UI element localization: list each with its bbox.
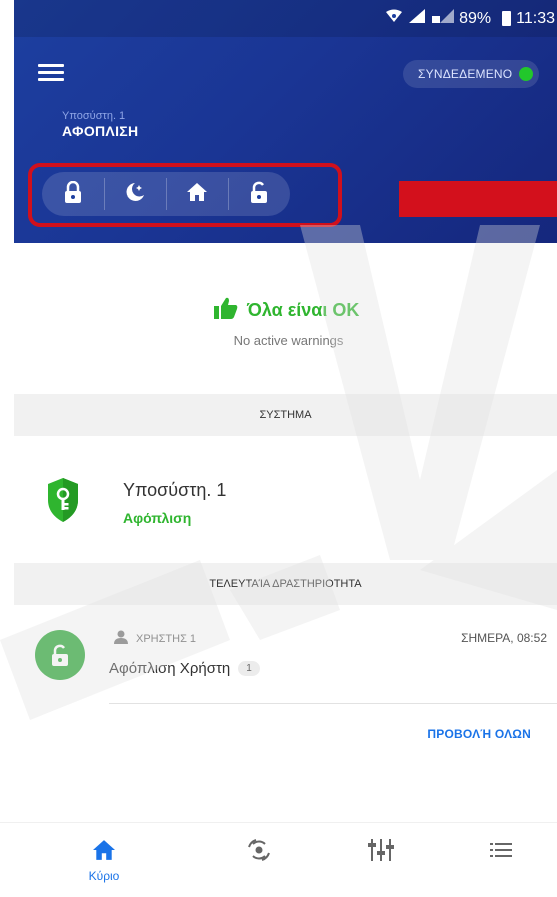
arm-stay-button[interactable] bbox=[166, 172, 228, 216]
activity-section-title: ΤΕΛΕΥΤΑΊΑ ΔΡΑΣΤΗΡΙΟΤΗΤΑ bbox=[209, 578, 362, 590]
user-icon bbox=[114, 630, 128, 647]
activity-user-name: ΧΡΗΣΤΗΣ 1 bbox=[136, 632, 197, 645]
activity-user: ΧΡΗΣΤΗΣ 1 bbox=[114, 630, 196, 647]
battery-icon bbox=[502, 11, 512, 26]
home-icon bbox=[93, 839, 115, 861]
clock: 11:33 bbox=[516, 9, 555, 27]
partition-item-state: Αφόπλιση bbox=[123, 510, 192, 526]
nav-sensors[interactable] bbox=[214, 823, 304, 897]
signal-icon bbox=[407, 9, 427, 28]
system-section-title: ΣΥΣΤΗΜΑ bbox=[259, 409, 312, 421]
thumbs-up-icon bbox=[214, 297, 238, 324]
connection-label: ΣΥΝΔΕΔΕΜΕΝΟ bbox=[418, 67, 513, 81]
nav-home[interactable]: Κύριο bbox=[59, 823, 149, 897]
bottom-navigation: Κύριο bbox=[0, 822, 557, 897]
status-bar: 89% 11:33 bbox=[14, 0, 557, 37]
status-subtitle: No active warnings bbox=[233, 333, 344, 348]
redaction-block bbox=[399, 181, 557, 217]
arm-mode-selector bbox=[42, 172, 290, 216]
arm-night-button[interactable] bbox=[104, 172, 166, 216]
arm-away-button[interactable] bbox=[42, 172, 104, 216]
divider bbox=[109, 703, 557, 704]
activity-count-badge: 1 bbox=[238, 661, 260, 676]
lock-icon bbox=[64, 180, 82, 208]
view-all-link[interactable]: ΠΡΟΒΟΛΉ ΟΛΩΝ bbox=[427, 727, 531, 741]
nav-list[interactable] bbox=[456, 823, 546, 897]
partition-label: Υποσύστη. 1 bbox=[62, 110, 126, 122]
system-status: Όλα είναι ΟΚ bbox=[214, 297, 359, 324]
partition-name[interactable]: Υποσύστη. 1 bbox=[123, 480, 226, 501]
activity-description-text: Αφόπλιση Χρήστη bbox=[109, 660, 231, 677]
disarm-button[interactable] bbox=[228, 172, 290, 216]
activity-section-header: ΤΕΛΕΥΤΑΊΑ ΔΡΑΣΤΗΡΙΟΤΗΤΑ bbox=[14, 563, 557, 605]
activity-description: Αφόπλιση Χρήστη 1 bbox=[109, 660, 260, 677]
sensor-icon bbox=[246, 839, 272, 861]
signal-icon-2 bbox=[432, 9, 455, 28]
wifi-icon bbox=[386, 9, 403, 28]
home-icon bbox=[187, 182, 207, 206]
list-icon bbox=[490, 839, 512, 861]
nav-controls[interactable] bbox=[336, 823, 426, 897]
partition-shield-icon[interactable] bbox=[48, 478, 78, 527]
battery-percent: 89% bbox=[459, 9, 492, 27]
unlock-icon bbox=[250, 181, 268, 208]
system-section-header: ΣΥΣΤΗΜΑ bbox=[14, 394, 557, 436]
sliders-icon bbox=[368, 839, 394, 861]
connection-status-pill[interactable]: ΣΥΝΔΕΔΕΜΕΝΟ bbox=[403, 60, 539, 88]
connection-status-dot bbox=[519, 67, 533, 81]
moon-stars-icon bbox=[124, 181, 146, 208]
hamburger-menu-icon[interactable] bbox=[38, 64, 64, 84]
activity-time: ΣΗΜΕΡΑ, 08:52 bbox=[461, 631, 547, 645]
nav-home-label: Κύριο bbox=[88, 869, 120, 883]
status-title: Όλα είναι ΟΚ bbox=[247, 300, 360, 320]
activity-unlock-icon bbox=[35, 630, 85, 680]
partition-state: ΑΦΟΠΛΙΣΗ bbox=[62, 123, 139, 139]
